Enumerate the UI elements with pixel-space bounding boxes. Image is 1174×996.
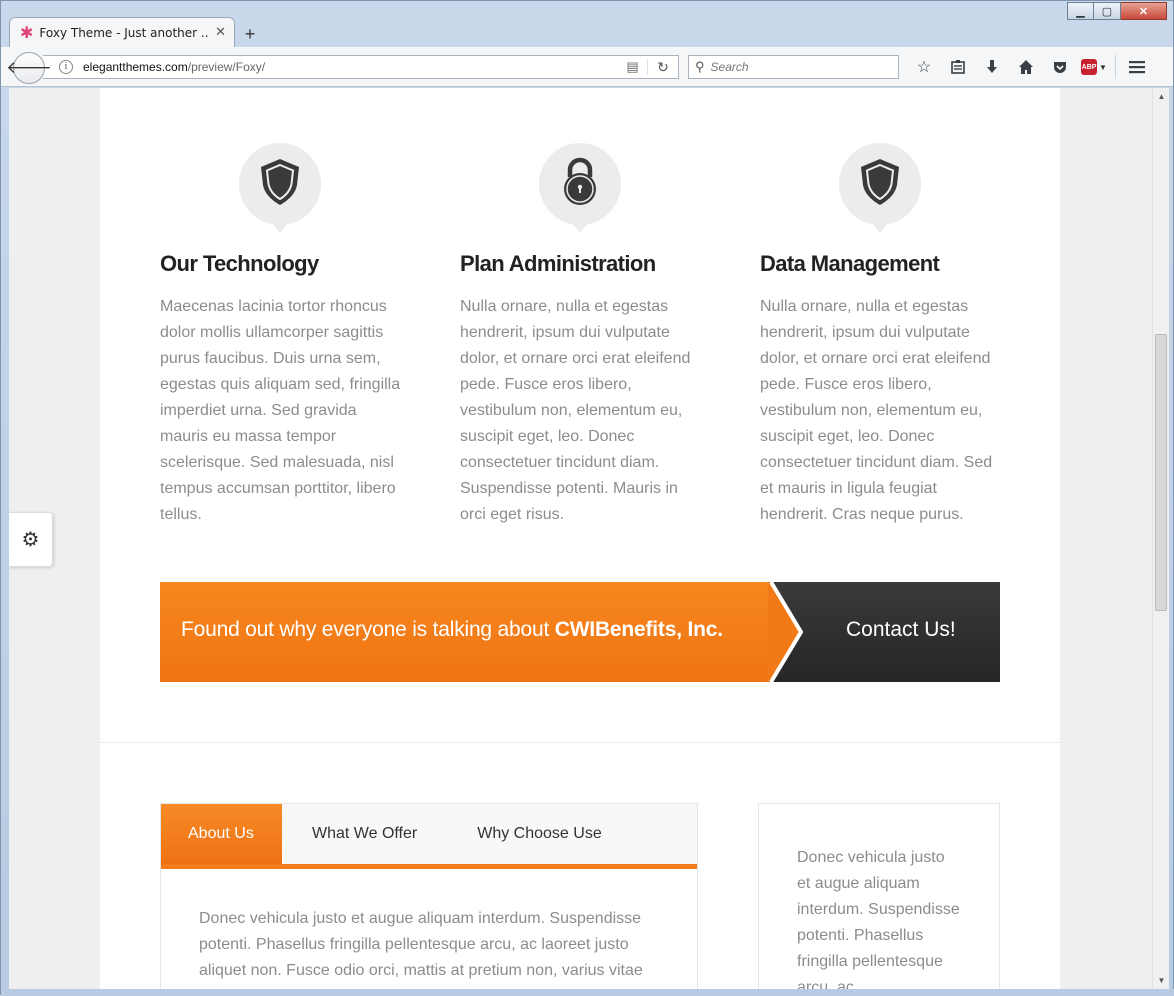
search-input[interactable]: ⚲ Search bbox=[688, 55, 899, 79]
cta-text: Found out why everyone is talking about … bbox=[181, 618, 723, 641]
reload-icon[interactable]: ↻ bbox=[648, 59, 678, 76]
company-name: CWIBenefits, Inc. bbox=[554, 618, 723, 641]
maximize-button[interactable]: ▢ bbox=[1094, 2, 1121, 20]
tabs-widget: About Us What We Offer Why Choose Use Do… bbox=[160, 803, 698, 989]
hamburger-menu-icon[interactable] bbox=[1120, 55, 1154, 79]
cta-arrow-divider bbox=[768, 582, 804, 682]
feature-icon-bubble bbox=[239, 143, 321, 233]
browser-tab[interactable]: ✱ Foxy Theme - Just another ... ✕ bbox=[9, 17, 235, 47]
reader-view-icon[interactable]: ▤ bbox=[618, 59, 648, 75]
toolbar-separator bbox=[1115, 55, 1116, 79]
bookmarks-menu-icon[interactable] bbox=[941, 55, 975, 79]
feature-icon-bubble bbox=[839, 143, 921, 233]
adblock-plus-icon[interactable]: ABP ▼ bbox=[1077, 55, 1111, 79]
navigation-bar: i elegantthemes.com/preview/Foxy/ ▤ ↻ 🡐 … bbox=[1, 47, 1173, 87]
tab-panel-text: Donec vehicula justo et augue aliquam in… bbox=[199, 910, 643, 979]
new-tab-button[interactable]: + bbox=[235, 21, 265, 47]
back-arrow-icon: 🡐 bbox=[6, 58, 52, 77]
pocket-icon[interactable] bbox=[1043, 55, 1077, 79]
section-divider bbox=[100, 742, 1060, 743]
contact-us-label[interactable]: Contact Us! bbox=[846, 618, 956, 642]
tab-why-choose-use[interactable]: Why Choose Use bbox=[447, 804, 632, 864]
gear-icon: ⚙ bbox=[21, 529, 40, 551]
scrollbar-thumb[interactable] bbox=[1155, 334, 1167, 611]
sidebar-text-box: Donec vehicula justo et augue aliquam in… bbox=[758, 803, 1000, 989]
bookmark-star-icon[interactable]: ☆ bbox=[907, 55, 941, 79]
scroll-up-arrow-icon[interactable]: ▲ bbox=[1153, 88, 1170, 105]
url-path: /preview/Foxy/ bbox=[187, 60, 266, 74]
url-host: elegantthemes.com bbox=[83, 60, 188, 74]
favicon-icon: ✱ bbox=[20, 23, 34, 42]
search-icon: ⚲ bbox=[695, 59, 705, 74]
page-content: Our Technology Maecenas lacinia tortor r… bbox=[100, 88, 1060, 989]
minimize-button[interactable]: ▁ bbox=[1067, 2, 1094, 20]
shield-icon bbox=[257, 157, 303, 212]
search-placeholder: Search bbox=[710, 60, 749, 74]
window-controls: ▁ ▢ ✕ bbox=[1067, 2, 1167, 20]
toolbar-icons: ☆ ABP ▼ bbox=[907, 55, 1154, 79]
address-bar[interactable]: i elegantthemes.com/preview/Foxy/ ▤ ↻ bbox=[43, 55, 679, 79]
feature-icon-bubble bbox=[539, 143, 621, 233]
tab-about-us[interactable]: About Us bbox=[161, 804, 282, 864]
feature-text: Maecenas lacinia tortor rhoncus dolor mo… bbox=[160, 298, 401, 523]
tab-close-icon[interactable]: ✕ bbox=[215, 25, 226, 40]
site-info-icon[interactable]: i bbox=[59, 60, 73, 74]
feature-title: Plan Administration bbox=[460, 251, 656, 276]
feature-text: Nulla ornare, nulla et egestas hendrerit… bbox=[760, 298, 993, 523]
feature-title: Our Technology bbox=[160, 251, 319, 276]
feature-text: Nulla ornare, nulla et egestas hendrerit… bbox=[460, 298, 691, 523]
theme-settings-button[interactable]: ⚙ bbox=[9, 512, 53, 567]
close-window-button[interactable]: ✕ bbox=[1121, 2, 1167, 20]
vertical-scrollbar[interactable]: ▲ ▼ bbox=[1152, 88, 1169, 989]
page-viewport: Our Technology Maecenas lacinia tortor r… bbox=[9, 88, 1152, 989]
tab-strip: ✱ Foxy Theme - Just another ... ✕ + bbox=[9, 17, 265, 47]
feature-title: Data Management bbox=[760, 251, 940, 276]
call-to-action-banner: Found out why everyone is talking about … bbox=[160, 582, 1000, 682]
shield-icon bbox=[857, 157, 903, 212]
browser-window: ▁ ▢ ✕ ✱ Foxy Theme - Just another ... ✕ … bbox=[0, 0, 1174, 996]
downloads-icon[interactable] bbox=[975, 55, 1009, 79]
scroll-down-arrow-icon[interactable]: ▼ bbox=[1153, 972, 1170, 989]
tab-title: Foxy Theme - Just another ... bbox=[39, 25, 210, 40]
lock-icon bbox=[560, 157, 600, 212]
back-button[interactable]: 🡐 bbox=[6, 52, 52, 84]
home-icon[interactable] bbox=[1009, 55, 1043, 79]
tab-what-we-offer[interactable]: What We Offer bbox=[282, 804, 447, 864]
tabs-header: About Us What We Offer Why Choose Use bbox=[161, 804, 697, 869]
